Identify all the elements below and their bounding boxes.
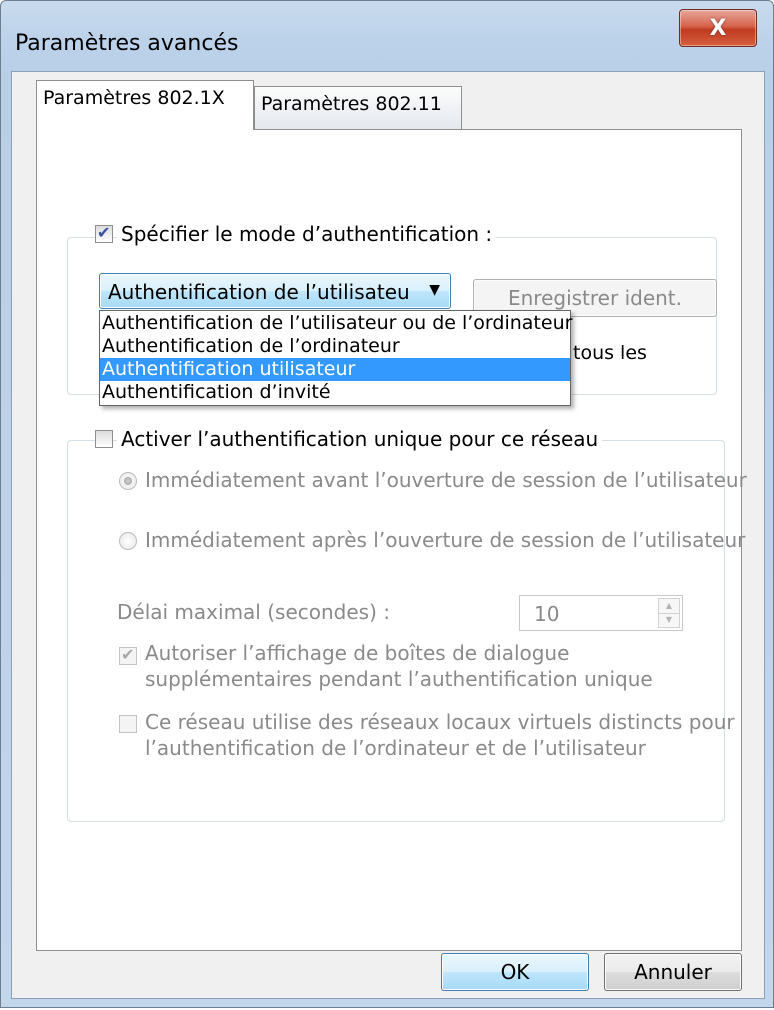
specify-mode-checkbox[interactable] (95, 223, 113, 243)
allow-dialogs-label-line1: Autoriser l’affichage de boîtes de dialo… (145, 641, 570, 665)
cancel-button[interactable]: Annuler (604, 953, 742, 991)
close-button[interactable]: X (679, 9, 757, 47)
enable-sso-label: Activer l’authentification unique pour c… (117, 427, 603, 451)
max-delay-spinbox[interactable]: 10 ▲ ▼ (519, 595, 683, 631)
sso-before-logon-radio[interactable] (119, 472, 137, 490)
tab-802-11-settings[interactable]: Paramètres 802.11 (254, 86, 462, 130)
advanced-settings-dialog: Paramètres avancés X Paramètres 802.1X P… (0, 0, 774, 1008)
dropdown-option-computer[interactable]: Authentification de l’ordinateur (100, 335, 570, 358)
sso-after-logon-radio[interactable] (119, 532, 137, 550)
title-bar[interactable]: Paramètres avancés X (1, 1, 773, 71)
allow-dialogs-label-line2: supplémentaires pendant l’authentificati… (145, 667, 653, 691)
auth-mode-combobox-value: Authentification de l’utilisateur ou de … (108, 280, 408, 304)
sso-after-logon-label: Immédiatement après l’ouverture de sessi… (145, 528, 746, 552)
ok-button[interactable]: OK (441, 953, 589, 991)
window-title: Paramètres avancés (15, 31, 239, 56)
close-icon: X (709, 15, 727, 41)
auth-mode-dropdown-list: Authentification de l’utilisateur ou de … (99, 310, 572, 406)
spin-down-icon[interactable]: ▼ (659, 613, 679, 627)
spin-buttons[interactable]: ▲ ▼ (658, 598, 680, 628)
enable-sso-checkbox[interactable] (95, 430, 113, 448)
spin-up-icon[interactable]: ▲ (659, 599, 679, 614)
allow-dialogs-checkbox[interactable] (119, 645, 137, 665)
auth-mode-combobox[interactable]: Authentification de l’utilisateur ou de … (99, 273, 451, 309)
dropdown-option-user-or-computer[interactable]: Authentification de l’utilisateur ou de … (100, 312, 572, 335)
tab-panel: Spécifier le mode d’authentification : A… (36, 129, 747, 951)
sso-group (67, 440, 725, 822)
tab-802-1x-settings[interactable]: Paramètres 802.1X (36, 80, 254, 130)
dropdown-arrow-icon: ▼ (429, 282, 440, 298)
max-delay-value: 10 (534, 602, 560, 626)
partially-hidden-text: tous les (573, 342, 647, 364)
dropdown-option-guest[interactable]: Authentification d’invité (100, 381, 570, 404)
dialog-client-area: Paramètres 802.1X Paramètres 802.11 Spéc… (11, 71, 765, 999)
specify-mode-label: Spécifier le mode d’authentification : (117, 222, 497, 246)
separate-vlan-checkbox[interactable] (119, 715, 137, 733)
separate-vlan-label-line2: l’authentification de l’ordinateur et de… (145, 736, 646, 760)
max-delay-label: Délai maximal (secondes) : (117, 600, 390, 624)
separate-vlan-label-line1: Ce réseau utilise des réseaux locaux vir… (145, 710, 735, 734)
sso-before-logon-label: Immédiatement avant l’ouverture de sessi… (145, 468, 747, 492)
dropdown-option-user[interactable]: Authentification utilisateur (100, 358, 570, 381)
